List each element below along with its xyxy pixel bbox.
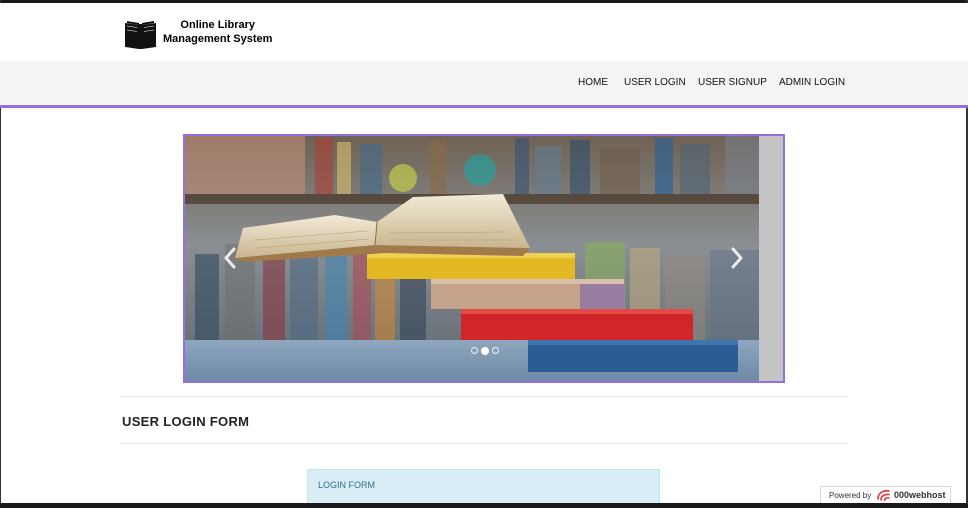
site-header: Online Library Management System [0, 3, 968, 61]
powered-by-badge[interactable]: Powered by 000webhost [820, 486, 951, 503]
login-panel-heading: LOGIN FORM [318, 480, 376, 490]
nav-admin-login-link[interactable]: ADMIN LOGIN [779, 77, 845, 88]
carousel-indicator-3[interactable] [492, 347, 499, 354]
login-form-panel: LOGIN FORM [307, 469, 660, 503]
carousel-prev-arrow[interactable] [223, 247, 237, 269]
page-title: USER LOGIN FORM [122, 414, 250, 429]
carousel-indicator-1[interactable] [471, 347, 478, 354]
site-brand[interactable]: Online Library Management System [163, 18, 272, 46]
brand-line-2: Management System [163, 33, 273, 45]
window-bottom-border [0, 503, 968, 508]
carousel-indicator-2[interactable] [481, 346, 489, 355]
nav-home-link[interactable]: HOME [578, 77, 608, 88]
brand-line-1: Online Library [180, 19, 255, 31]
carousel-next-arrow[interactable] [730, 247, 744, 269]
section-divider-bottom [121, 443, 848, 444]
image-carousel [183, 134, 785, 383]
open-book-icon [125, 21, 156, 49]
main-navbar: HOME USER LOGIN USER SIGNUP ADMIN LOGIN [0, 61, 968, 108]
host-name-label: 000webhost [894, 490, 946, 500]
nav-user-signup-link[interactable]: USER SIGNUP [698, 77, 767, 88]
powered-by-label: Powered by [829, 491, 872, 500]
carousel-slide-image [185, 136, 783, 381]
section-divider-top [121, 396, 848, 397]
nav-user-login-link[interactable]: USER LOGIN [624, 77, 686, 88]
000webhost-logo-icon [877, 490, 890, 501]
